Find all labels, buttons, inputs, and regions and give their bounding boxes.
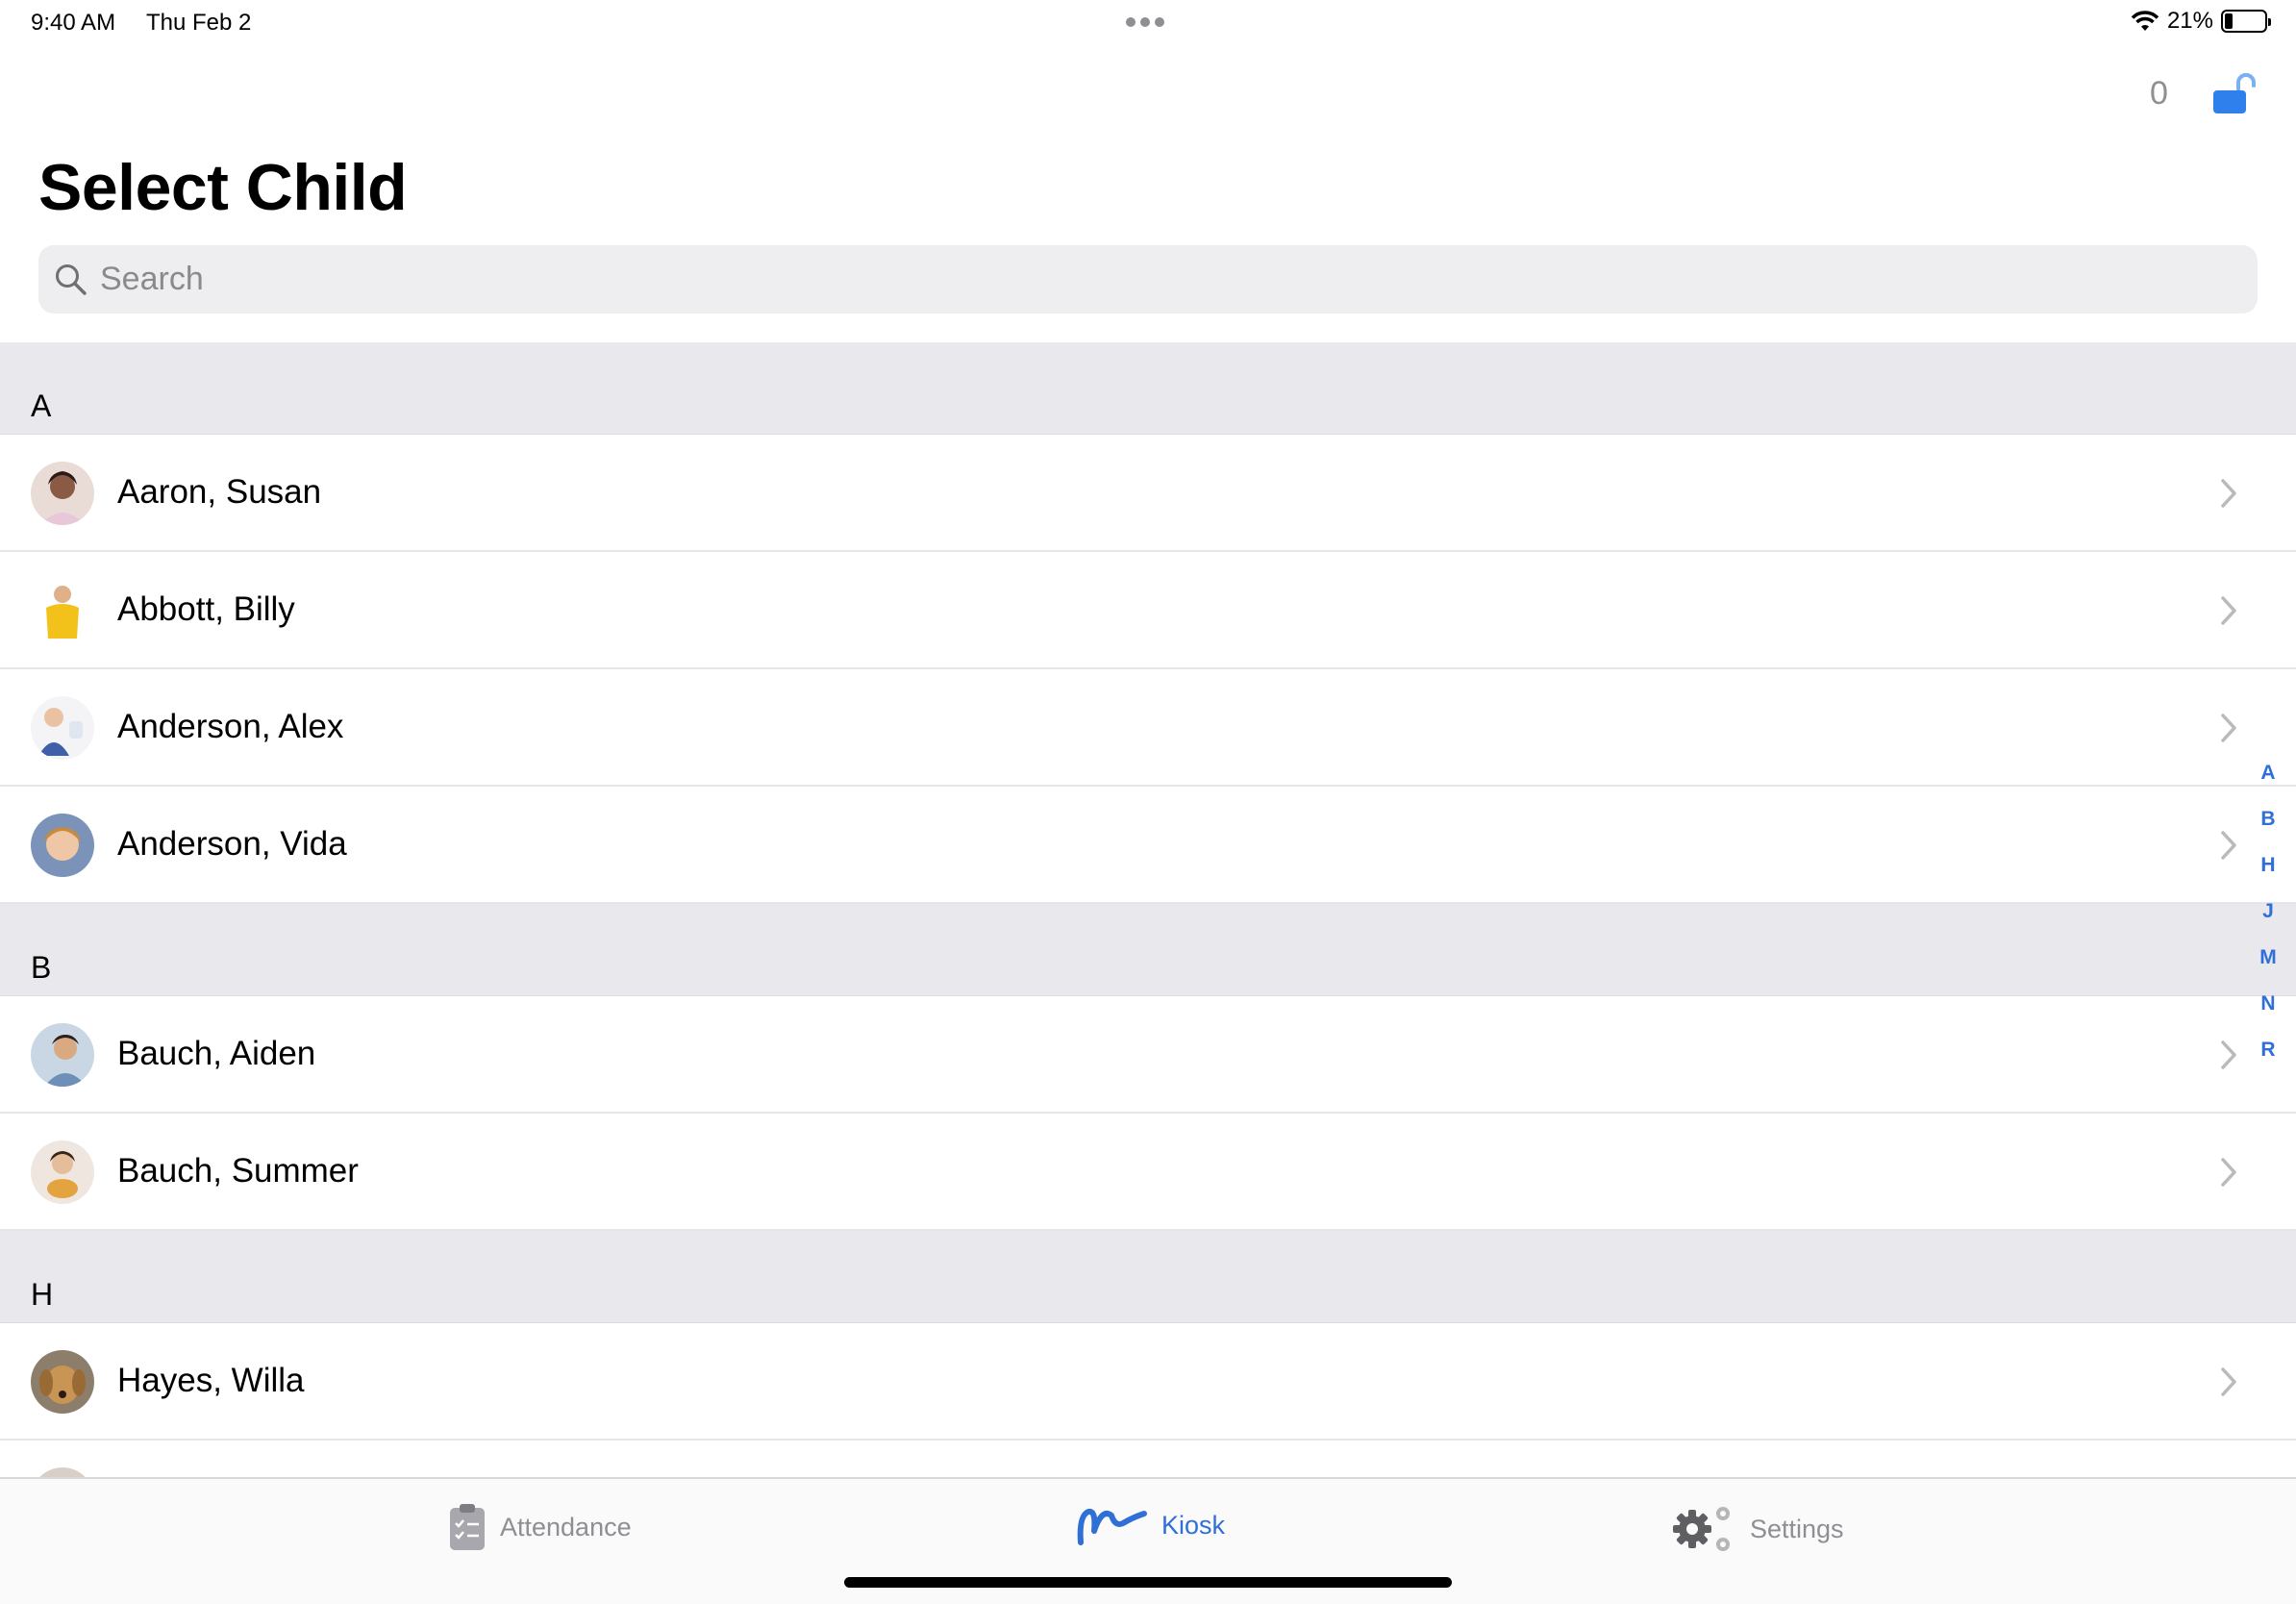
chevron-right-icon bbox=[2221, 714, 2236, 742]
chevron-right-icon bbox=[2221, 1367, 2236, 1396]
child-name: Hayes, Willa bbox=[117, 1362, 305, 1399]
tab-kiosk-label: Kiosk bbox=[1161, 1510, 1226, 1540]
battery-percent: 21% bbox=[2166, 8, 2213, 34]
child-avatar bbox=[31, 579, 94, 642]
child-name: Anderson, Vida bbox=[117, 825, 347, 863]
search-bar[interactable] bbox=[38, 245, 2258, 313]
chevron-right-icon bbox=[2221, 1040, 2236, 1069]
child-row[interactable]: Abbott, Billy bbox=[0, 552, 2296, 669]
home-indicator bbox=[844, 1577, 1452, 1588]
clipboard-icon bbox=[450, 1504, 485, 1550]
child-row[interactable]: Bauch, Aiden bbox=[0, 996, 2296, 1114]
status-time: 9:40 AM bbox=[31, 10, 116, 36]
child-name: Anderson, Alex bbox=[117, 708, 344, 745]
child-row[interactable]: Hayes, Willa bbox=[0, 1323, 2296, 1441]
child-avatar bbox=[31, 1350, 94, 1414]
child-name: Abbott, Billy bbox=[117, 590, 295, 628]
chevron-right-icon bbox=[2221, 596, 2236, 625]
section-header-h: H bbox=[0, 1231, 2296, 1323]
child-row[interactable]: Anderson, Vida bbox=[0, 787, 2296, 904]
section-header-b: B bbox=[0, 904, 2296, 996]
index-letter-a[interactable]: A bbox=[2260, 760, 2275, 806]
index-letter-n[interactable]: N bbox=[2260, 990, 2275, 1037]
signature-icon bbox=[1077, 1508, 1147, 1545]
index-letter-h[interactable]: H bbox=[2260, 852, 2275, 898]
chevron-right-icon bbox=[2221, 831, 2236, 860]
search-icon bbox=[56, 263, 87, 295]
index-letter-r[interactable]: R bbox=[2260, 1037, 2275, 1083]
gears-icon bbox=[1673, 1507, 1730, 1551]
section-letter: B bbox=[31, 950, 52, 985]
section-letter: H bbox=[31, 1277, 54, 1312]
tab-attendance[interactable]: Attendance bbox=[448, 1502, 632, 1552]
chevron-right-icon bbox=[2221, 479, 2236, 508]
page-title: Select Child bbox=[38, 151, 408, 224]
tab-settings-label: Settings bbox=[1750, 1514, 1844, 1543]
child-row[interactable]: Aaron, Susan bbox=[0, 435, 2296, 552]
battery-icon bbox=[2221, 10, 2271, 33]
index-letter-j[interactable]: J bbox=[2262, 898, 2274, 944]
child-avatar bbox=[31, 814, 94, 877]
tab-kiosk[interactable]: Kiosk bbox=[1075, 1502, 1225, 1548]
child-name: Bauch, Aiden bbox=[117, 1035, 316, 1072]
child-name: Aaron, Susan bbox=[117, 473, 322, 511]
child-avatar bbox=[31, 1140, 94, 1204]
index-letter-m[interactable]: M bbox=[2259, 944, 2277, 990]
tab-attendance-label: Attendance bbox=[500, 1512, 632, 1541]
search-input[interactable] bbox=[100, 261, 2215, 298]
children-list[interactable]: A Aaron, Susan Abbott, Billy Anderson, A… bbox=[0, 342, 2296, 1477]
index-letter-b[interactable]: B bbox=[2260, 806, 2275, 852]
status-date: Thu Feb 2 bbox=[146, 10, 252, 36]
child-avatar bbox=[31, 696, 94, 760]
wifi-icon bbox=[2131, 11, 2159, 31]
child-row[interactable] bbox=[0, 1441, 2296, 1477]
chevron-right-icon bbox=[2221, 1158, 2236, 1187]
status-bar: 9:40 AM Thu Feb 2 21% bbox=[0, 0, 2296, 46]
child-avatar bbox=[31, 1467, 94, 1477]
multitasking-dots[interactable] bbox=[1126, 17, 1164, 27]
child-row[interactable]: Anderson, Alex bbox=[0, 669, 2296, 787]
unlock-icon[interactable] bbox=[2211, 71, 2258, 117]
section-letter: A bbox=[31, 388, 52, 423]
queue-count: 0 bbox=[2150, 75, 2168, 112]
child-row[interactable]: Bauch, Summer bbox=[0, 1114, 2296, 1231]
section-header-a: A bbox=[0, 342, 2296, 435]
section-index[interactable]: A B H J M N R bbox=[2254, 760, 2283, 1083]
child-avatar bbox=[31, 1023, 94, 1087]
child-name: Bauch, Summer bbox=[117, 1152, 359, 1190]
tab-settings[interactable]: Settings bbox=[1669, 1502, 1844, 1556]
status-right: 21% bbox=[2131, 8, 2271, 35]
child-avatar bbox=[31, 462, 94, 525]
